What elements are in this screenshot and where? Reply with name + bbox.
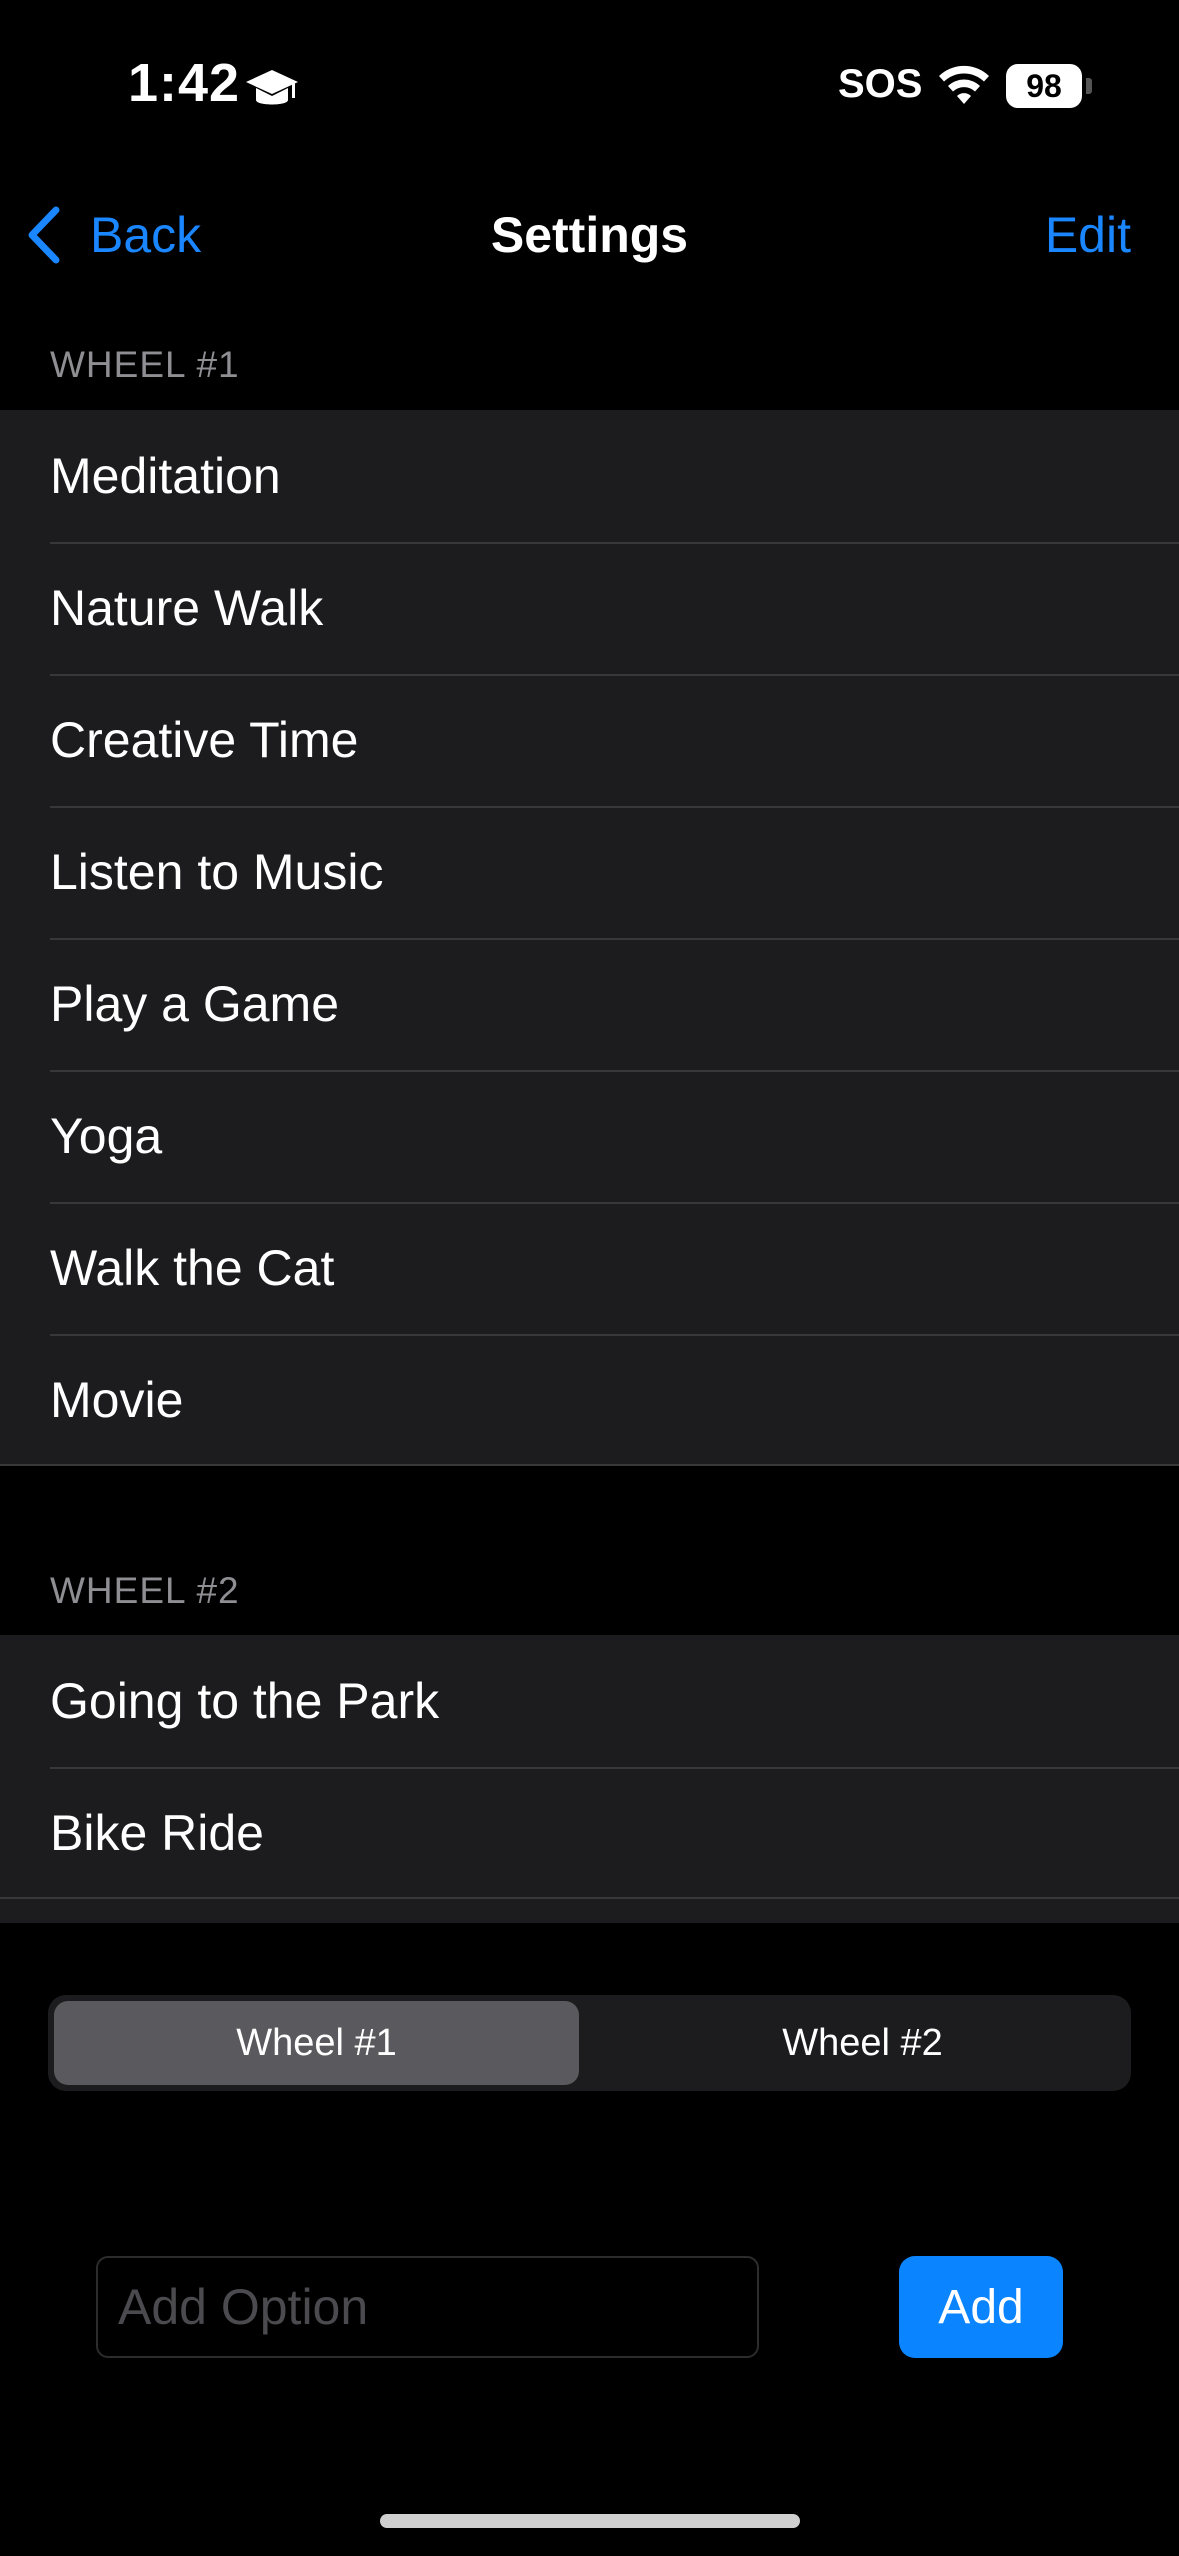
list-item[interactable]: Nature Walk xyxy=(0,542,1179,674)
list-item[interactable]: Bike Ride xyxy=(0,1767,1179,1899)
segment-wheel-1[interactable]: Wheel #1 xyxy=(54,2001,579,2085)
back-label: Back xyxy=(90,207,202,263)
wheel-segmented-control: Wheel #1 Wheel #2 xyxy=(48,1995,1131,2091)
battery-icon: 98 xyxy=(1006,64,1092,108)
back-button[interactable]: Back xyxy=(24,200,201,270)
section-header-wheel-1: WHEEL #1 xyxy=(50,344,240,385)
add-button[interactable]: Add xyxy=(899,2256,1063,2358)
status-time: 1:42 xyxy=(128,53,241,113)
list-item[interactable]: Movie xyxy=(0,1334,1179,1466)
status-bar: 1:42 SOS 98 xyxy=(0,0,1179,170)
list-item[interactable]: Creative Time xyxy=(0,674,1179,806)
home-indicator[interactable] xyxy=(380,2514,800,2528)
graduation-cap-icon xyxy=(246,70,298,105)
chevron-left-icon xyxy=(28,206,60,264)
list-item[interactable]: Yoga xyxy=(0,1070,1179,1202)
list-item[interactable]: Walk the Cat xyxy=(0,1202,1179,1334)
add-option-input[interactable] xyxy=(96,2256,759,2358)
list-item[interactable]: Meditation xyxy=(0,410,1179,542)
section-header-wheel-2: WHEEL #2 xyxy=(50,1570,240,1611)
wheel-1-list: Meditation Nature Walk Creative Time Lis… xyxy=(0,410,1179,1466)
wheel-2-list: Going to the Park Bike Ride xyxy=(0,1635,1179,1923)
list-item[interactable]: Play a Game xyxy=(0,938,1179,1070)
navigation-bar: Settings Back Edit xyxy=(0,170,1179,290)
list-item[interactable]: Listen to Music xyxy=(0,806,1179,938)
segment-wheel-2[interactable]: Wheel #2 xyxy=(600,2001,1125,2085)
list-item[interactable]: Going to the Park xyxy=(0,1635,1179,1767)
battery-level: 98 xyxy=(1026,68,1062,104)
carrier-label: SOS xyxy=(838,62,923,106)
wifi-icon xyxy=(939,65,989,104)
edit-button[interactable]: Edit xyxy=(1045,200,1131,270)
